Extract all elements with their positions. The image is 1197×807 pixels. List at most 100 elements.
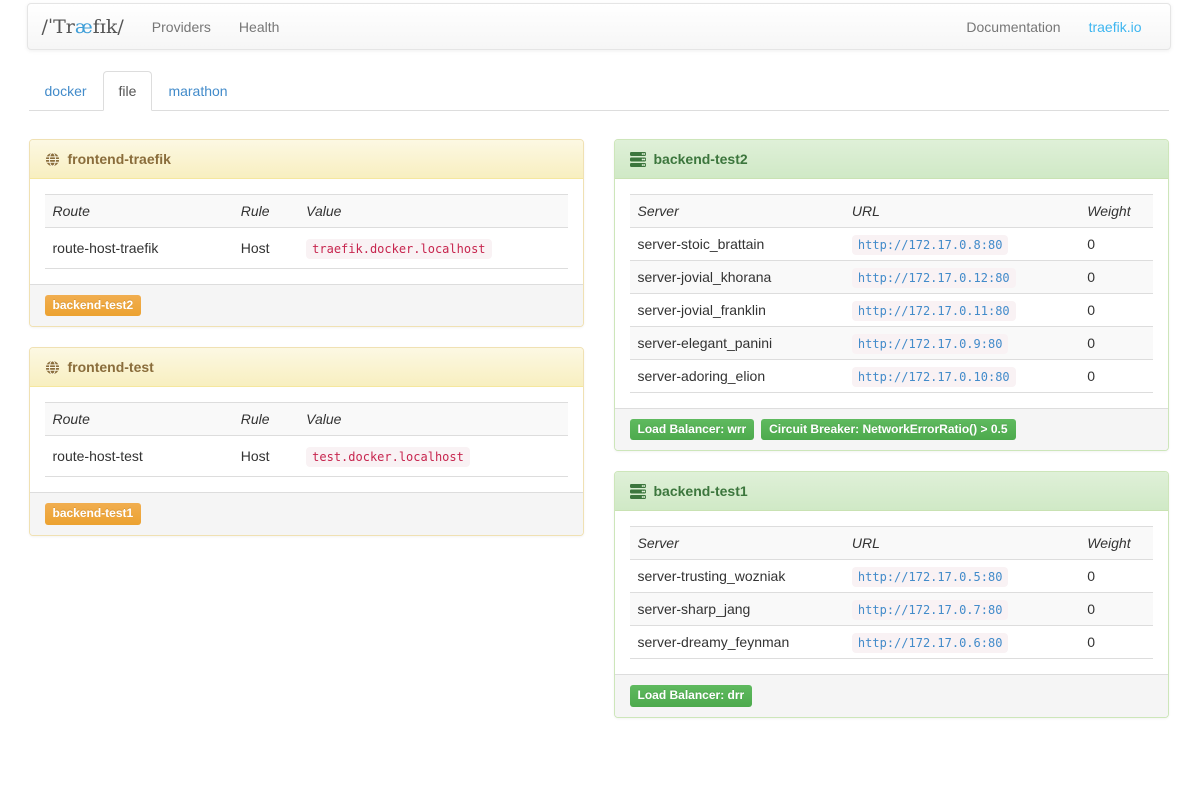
nav-providers[interactable]: Providers	[138, 19, 225, 35]
server-weight: 0	[1079, 560, 1152, 593]
nav-documentation[interactable]: Documentation	[952, 19, 1074, 35]
column-value: Value	[298, 195, 567, 228]
server-weight: 0	[1079, 593, 1152, 626]
load-balancer-badge: Load Balancer: wrr	[630, 419, 755, 440]
panel-frontend-test: frontend-test Route Rule Value	[29, 347, 584, 535]
table-row: route-host-traefik Host traefik.docker.l…	[45, 228, 568, 269]
column-value: Value	[298, 403, 567, 436]
server-name: server-jovial_khorana	[630, 261, 844, 294]
panel-heading: backend-test2	[615, 140, 1168, 179]
server-url-code: http://172.17.0.6:80	[852, 633, 1009, 653]
server-url-code: http://172.17.0.7:80	[852, 600, 1009, 620]
panel-title: frontend-traefik	[68, 151, 171, 167]
table-row: server-stoic_brattain http://172.17.0.8:…	[630, 228, 1153, 261]
table-header-row: Server URL Weight	[630, 527, 1153, 560]
server-weight: 0	[1079, 327, 1152, 360]
route-rule: Host	[233, 436, 298, 477]
table-header-row: Route Rule Value	[45, 195, 568, 228]
table-header-row: Server URL Weight	[630, 195, 1153, 228]
server-stack-icon	[630, 152, 646, 167]
route-value-code: test.docker.localhost	[306, 447, 470, 467]
panel-title: backend-test2	[654, 151, 748, 167]
server-name: server-jovial_franklin	[630, 294, 844, 327]
column-server: Server	[630, 195, 844, 228]
backends-column: backend-test2 Server URL Weight	[614, 139, 1169, 738]
server-name: server-stoic_brattain	[630, 228, 844, 261]
server-url-code: http://172.17.0.5:80	[852, 567, 1009, 587]
logo-accent: æ	[75, 16, 93, 38]
server-url-code: http://172.17.0.11:80	[852, 301, 1016, 321]
column-route: Route	[45, 403, 233, 436]
server-name: server-adoring_elion	[630, 360, 844, 393]
logo-prefix: /ˈTr	[42, 16, 75, 38]
traefik-logo[interactable]: /ˈTræfɪk/	[42, 16, 124, 38]
tab-docker: docker	[29, 71, 103, 111]
panel-body: Route Rule Value route-host-test Host te…	[30, 387, 583, 492]
server-url-code: http://172.17.0.12:80	[852, 268, 1016, 288]
column-url: URL	[844, 527, 1079, 560]
table-row: server-dreamy_feynman http://172.17.0.6:…	[630, 626, 1153, 659]
column-server: Server	[630, 527, 844, 560]
table-header-row: Route Rule Value	[45, 403, 568, 436]
column-rule: Rule	[233, 403, 298, 436]
server-name: server-elegant_panini	[630, 327, 844, 360]
panel-frontend-traefik: frontend-traefik Route Rule Value	[29, 139, 584, 327]
top-navbar: /ˈTræfɪk/ Providers Health Documentation…	[27, 3, 1171, 50]
panel-heading: frontend-traefik	[30, 140, 583, 179]
server-weight: 0	[1079, 360, 1152, 393]
panel-footer: Load Balancer: wrr Circuit Breaker: Netw…	[615, 408, 1168, 450]
servers-table: Server URL Weight server-stoic_brattain …	[630, 194, 1153, 393]
load-balancer-badge: Load Balancer: drr	[630, 685, 753, 706]
panel-body: Route Rule Value route-host-traefik Host…	[30, 179, 583, 284]
tab-docker-link[interactable]: docker	[29, 71, 103, 111]
server-url-code: http://172.17.0.10:80	[852, 367, 1016, 387]
server-weight: 0	[1079, 294, 1152, 327]
panel-backend-test1: backend-test1 Server URL Weight	[614, 471, 1169, 717]
route-value-code: traefik.docker.localhost	[306, 239, 491, 259]
panel-footer: Load Balancer: drr	[615, 674, 1168, 716]
server-weight: 0	[1079, 261, 1152, 294]
panel-title: backend-test1	[654, 483, 748, 499]
globe-icon	[45, 360, 60, 375]
table-row: server-trusting_wozniak http://172.17.0.…	[630, 560, 1153, 593]
navbar-right: Documentation traefik.io	[952, 19, 1155, 35]
panel-backend-test2: backend-test2 Server URL Weight	[614, 139, 1169, 451]
server-url-code: http://172.17.0.9:80	[852, 334, 1009, 354]
server-name: server-dreamy_feynman	[630, 626, 844, 659]
servers-table: Server URL Weight server-trusting_woznia…	[630, 526, 1153, 659]
table-row: route-host-test Host test.docker.localho…	[45, 436, 568, 477]
column-url: URL	[844, 195, 1079, 228]
route-name: route-host-traefik	[45, 228, 233, 269]
column-rule: Rule	[233, 195, 298, 228]
routes-table: Route Rule Value route-host-traefik Host…	[45, 194, 568, 269]
traefik-dashboard: /ˈTræfɪk/ Providers Health Documentation…	[0, 0, 1197, 807]
route-rule: Host	[233, 228, 298, 269]
panel-footer: backend-test1	[30, 492, 583, 534]
server-stack-icon	[630, 484, 646, 499]
table-row: server-sharp_jang http://172.17.0.7:80 0	[630, 593, 1153, 626]
server-name: server-sharp_jang	[630, 593, 844, 626]
table-row: server-elegant_panini http://172.17.0.9:…	[630, 327, 1153, 360]
globe-icon	[45, 152, 60, 167]
content-row: frontend-traefik Route Rule Value	[29, 139, 1169, 738]
server-weight: 0	[1079, 626, 1152, 659]
nav-health[interactable]: Health	[225, 19, 293, 35]
panel-title: frontend-test	[68, 359, 154, 375]
panel-footer: backend-test2	[30, 284, 583, 326]
tab-file-link[interactable]: file	[103, 71, 153, 111]
nav-traefik-io[interactable]: traefik.io	[1075, 19, 1156, 35]
server-url-code: http://172.17.0.8:80	[852, 235, 1009, 255]
backend-badge: backend-test2	[45, 295, 142, 316]
panel-body: Server URL Weight server-trusting_woznia…	[615, 511, 1168, 674]
panel-heading: backend-test1	[615, 472, 1168, 511]
tab-file: file	[103, 71, 153, 111]
column-route: Route	[45, 195, 233, 228]
tab-marathon-link[interactable]: marathon	[152, 71, 243, 111]
column-weight: Weight	[1079, 527, 1152, 560]
server-name: server-trusting_wozniak	[630, 560, 844, 593]
table-row: server-jovial_khorana http://172.17.0.12…	[630, 261, 1153, 294]
routes-table: Route Rule Value route-host-test Host te…	[45, 402, 568, 477]
provider-tabs: docker file marathon	[29, 71, 1169, 111]
frontends-column: frontend-traefik Route Rule Value	[29, 139, 584, 556]
route-name: route-host-test	[45, 436, 233, 477]
